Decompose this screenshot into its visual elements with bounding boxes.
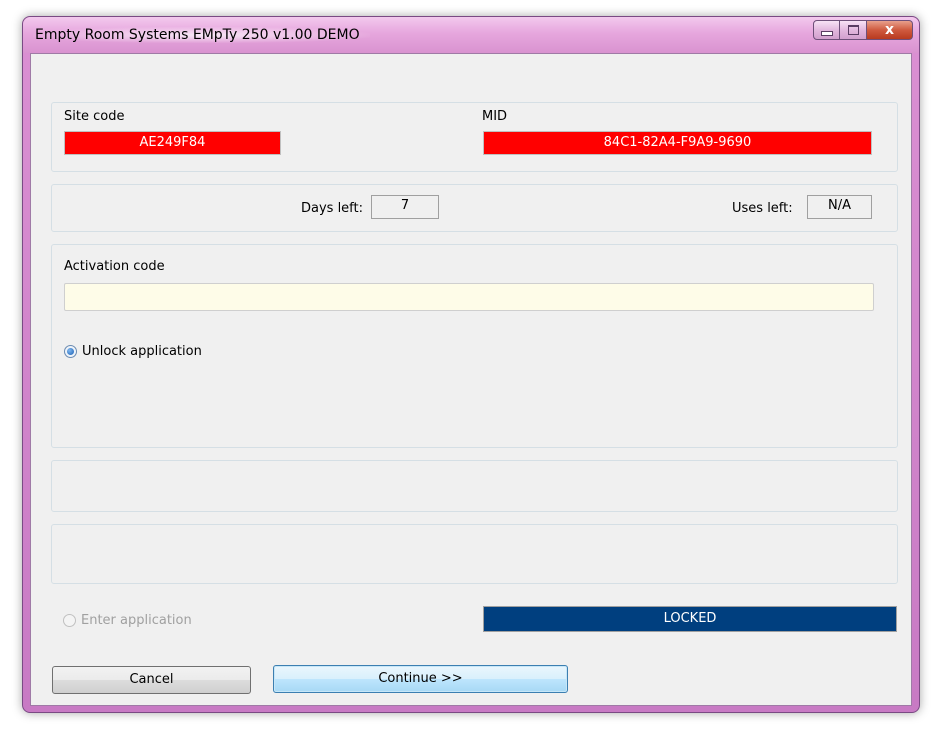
lock-status-bar: LOCKED — [483, 606, 897, 632]
maximize-icon — [847, 25, 859, 35]
radio-selected-dot — [67, 348, 74, 355]
activation-group: Activation code Unlock application — [51, 244, 898, 448]
days-left-value: 7 — [371, 195, 439, 219]
window-title: Empty Room Systems EMpTy 250 v1.00 DEMO — [33, 27, 370, 43]
usage-group: Days left: 7 Uses left: N/A — [51, 184, 898, 232]
uses-left-label: Uses left: — [732, 201, 793, 216]
uses-left-value: N/A — [807, 195, 872, 219]
close-icon: x — [884, 22, 895, 38]
enter-application-option[interactable]: Enter application — [63, 613, 192, 628]
continue-button[interactable]: Continue >> — [273, 665, 568, 693]
close-button[interactable]: x — [867, 20, 913, 40]
minimize-icon — [820, 30, 833, 36]
mid-field: 84C1-82A4-F9A9-9690 — [483, 131, 872, 155]
title-bar[interactable]: Empty Room Systems EMpTy 250 v1.00 DEMO … — [23, 17, 919, 53]
unlock-radio[interactable] — [64, 345, 77, 358]
unlock-application-option[interactable]: Unlock application — [64, 344, 202, 359]
empty-panel-1 — [51, 460, 898, 512]
activation-code-input[interactable] — [64, 283, 874, 311]
minimize-button[interactable] — [813, 20, 840, 40]
site-code-label: Site code — [64, 109, 125, 124]
maximize-button[interactable] — [840, 20, 867, 40]
app-window: Empty Room Systems EMpTy 250 v1.00 DEMO … — [22, 16, 920, 713]
site-info-group: Site code AE249F84 MID 84C1-82A4-F9A9-96… — [51, 102, 898, 172]
window-controls: x — [813, 20, 913, 42]
unlock-application-label: Unlock application — [82, 344, 202, 359]
dialog-client-area: Site code AE249F84 MID 84C1-82A4-F9A9-96… — [30, 53, 912, 706]
activation-code-label: Activation code — [64, 259, 165, 274]
days-left-label: Days left: — [301, 201, 364, 216]
enter-application-label: Enter application — [81, 613, 192, 628]
enter-radio[interactable] — [63, 614, 76, 627]
mid-label: MID — [482, 109, 508, 124]
site-code-field: AE249F84 — [64, 131, 281, 155]
cancel-button[interactable]: Cancel — [52, 666, 251, 694]
empty-panel-2 — [51, 524, 898, 584]
